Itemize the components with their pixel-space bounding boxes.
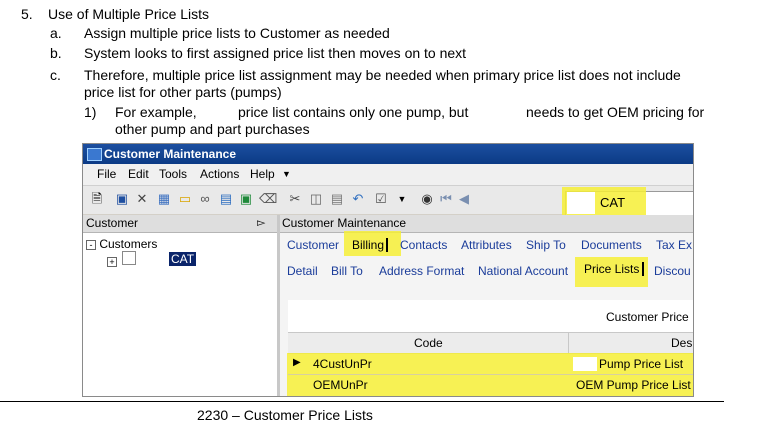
tab-contacts[interactable]: Contacts — [400, 238, 447, 252]
example-line2: other pump and part purchases — [115, 121, 310, 137]
price-list-grid: Customer Price Code Des ▶ 4CustUnPr Pump… — [287, 300, 693, 396]
grid-header-row: Code Des — [288, 332, 693, 354]
redaction-box — [567, 192, 595, 214]
tabs-secondary: Detail Bill To Address Format National A… — [280, 259, 693, 283]
new-icon[interactable]: 🗎 — [89, 191, 105, 207]
column-code[interactable]: Code — [414, 336, 443, 350]
example-line1-b: price list contains only one pump, but — [238, 104, 469, 120]
tab-billing[interactable]: Billing — [352, 238, 389, 252]
customer-tree-panel: Customer ▻ - Customers + CAT — [83, 215, 277, 396]
card-icon[interactable]: ▦ — [156, 191, 172, 207]
undo-icon[interactable]: ↶ — [350, 191, 366, 207]
maintenance-panel-header: Customer Maintenance — [280, 215, 693, 233]
window-title: Customer Maintenance — [104, 147, 237, 161]
tabs-primary: Customer Billing Contacts Attributes Shi… — [280, 233, 693, 257]
pin-icon[interactable]: ▻ — [257, 215, 265, 232]
tab-address-format[interactable]: Address Format — [379, 264, 464, 278]
grid-title: Customer Price — [606, 310, 689, 324]
subitem-b-text: System looks to first assigned price lis… — [84, 45, 467, 61]
tab-price-lists[interactable]: Price Lists — [584, 262, 645, 276]
item-title: Use of Multiple Price Lists — [48, 6, 210, 22]
tab-attributes[interactable]: Attributes — [461, 238, 512, 252]
menu-edit[interactable]: Edit — [128, 164, 149, 185]
menu-actions[interactable]: Actions — [200, 164, 239, 185]
row-code: OEMUnPr — [313, 378, 368, 392]
checklist-icon[interactable]: ☑ — [373, 191, 389, 207]
example-line1-c: needs to get OEM pricing for — [526, 104, 705, 120]
menu-tools[interactable]: Tools — [159, 164, 187, 185]
subitem-c-text-line1: Therefore, multiple price list assignmen… — [84, 67, 681, 83]
subitem-c-letter: c. — [50, 67, 61, 83]
customer-panel-title: Customer — [86, 216, 139, 230]
menu-overflow-icon[interactable]: ▼ — [282, 164, 291, 185]
toolbar-overflow-icon[interactable]: ▼ — [394, 191, 410, 207]
customer-maintenance-panel: Customer Maintenance Customer Billing Co… — [280, 215, 693, 396]
subitem-a-text: Assign multiple price lists to Customer … — [84, 25, 390, 41]
cut-icon[interactable]: ✂ — [287, 191, 303, 207]
page-footer: 2230 – Customer Price Lists — [197, 407, 373, 423]
paste-icon[interactable]: ▤ — [329, 191, 345, 207]
customer-record-icon — [122, 251, 137, 265]
window-icon — [87, 148, 102, 161]
delete-icon[interactable]: ✕ — [134, 191, 150, 207]
example-line1-a: For example, — [115, 104, 197, 120]
find-icon[interactable]: ◉ — [419, 191, 435, 207]
customer-field-value: CAT — [600, 195, 626, 210]
tree-child-label[interactable]: CAT — [169, 252, 197, 266]
page-icon[interactable]: ▤ — [218, 191, 234, 207]
customer-panel-header: Customer ▻ — [83, 215, 277, 233]
table-row[interactable]: ▶ 4CustUnPr Pump Price List — [288, 354, 693, 375]
tab-national-account[interactable]: National Account — [478, 264, 568, 278]
refresh-icon[interactable]: ▣ — [238, 191, 254, 207]
folder-icon[interactable]: ▭ — [177, 191, 193, 207]
tab-ship-to[interactable]: Ship To — [526, 238, 566, 252]
tab-documents[interactable]: Documents — [581, 238, 642, 252]
tab-discounts[interactable]: Discou — [654, 264, 691, 278]
customer-maintenance-screenshot: Customer Maintenance File Edit Tools Act… — [82, 143, 694, 397]
menu-bar: File Edit Tools Actions Help ▼ — [83, 164, 693, 186]
tab-customer[interactable]: Customer — [287, 238, 339, 252]
example-number: 1) — [84, 104, 97, 120]
save-icon[interactable]: ▣ — [114, 191, 130, 207]
subitem-b-letter: b. — [50, 45, 62, 61]
row-selector-icon: ▶ — [293, 357, 301, 368]
tab-tax-exempt[interactable]: Tax Ex — [656, 238, 692, 252]
copy-icon[interactable]: ◫ — [308, 191, 324, 207]
maintenance-panel-title: Customer Maintenance — [282, 216, 407, 230]
expand-icon[interactable]: + — [107, 257, 117, 267]
redaction-box — [573, 357, 597, 371]
tree-child[interactable]: + — [107, 251, 137, 268]
tab-bill-to[interactable]: Bill To — [331, 264, 363, 278]
menu-file[interactable]: File — [97, 164, 116, 185]
window-titlebar: Customer Maintenance — [83, 144, 693, 164]
footer-rule — [0, 401, 724, 402]
tab-detail[interactable]: Detail — [287, 264, 318, 278]
row-description: Pump Price List — [599, 357, 684, 371]
collapse-icon[interactable]: - — [86, 240, 96, 250]
subitem-c-text-line2: price list for other parts (pumps) — [84, 84, 282, 100]
previous-record-icon[interactable]: ◀ — [456, 191, 472, 207]
row-description: OEM Pump Price List — [576, 378, 691, 392]
tree-root[interactable]: - Customers — [86, 237, 157, 251]
first-record-icon[interactable]: ⏮ — [438, 191, 454, 207]
eraser-icon[interactable]: ⌫ — [259, 191, 277, 207]
tree-root-label: Customers — [99, 237, 158, 251]
table-row[interactable]: OEMUnPr OEM Pump Price List — [288, 375, 693, 395]
column-description[interactable]: Des — [671, 336, 692, 350]
row-code: 4CustUnPr — [313, 357, 372, 371]
item-number: 5. — [21, 6, 33, 22]
attach-icon[interactable]: ∞ — [197, 191, 213, 207]
subitem-a-letter: a. — [50, 25, 62, 41]
menu-help[interactable]: Help — [250, 164, 275, 185]
column-divider — [568, 333, 569, 353]
